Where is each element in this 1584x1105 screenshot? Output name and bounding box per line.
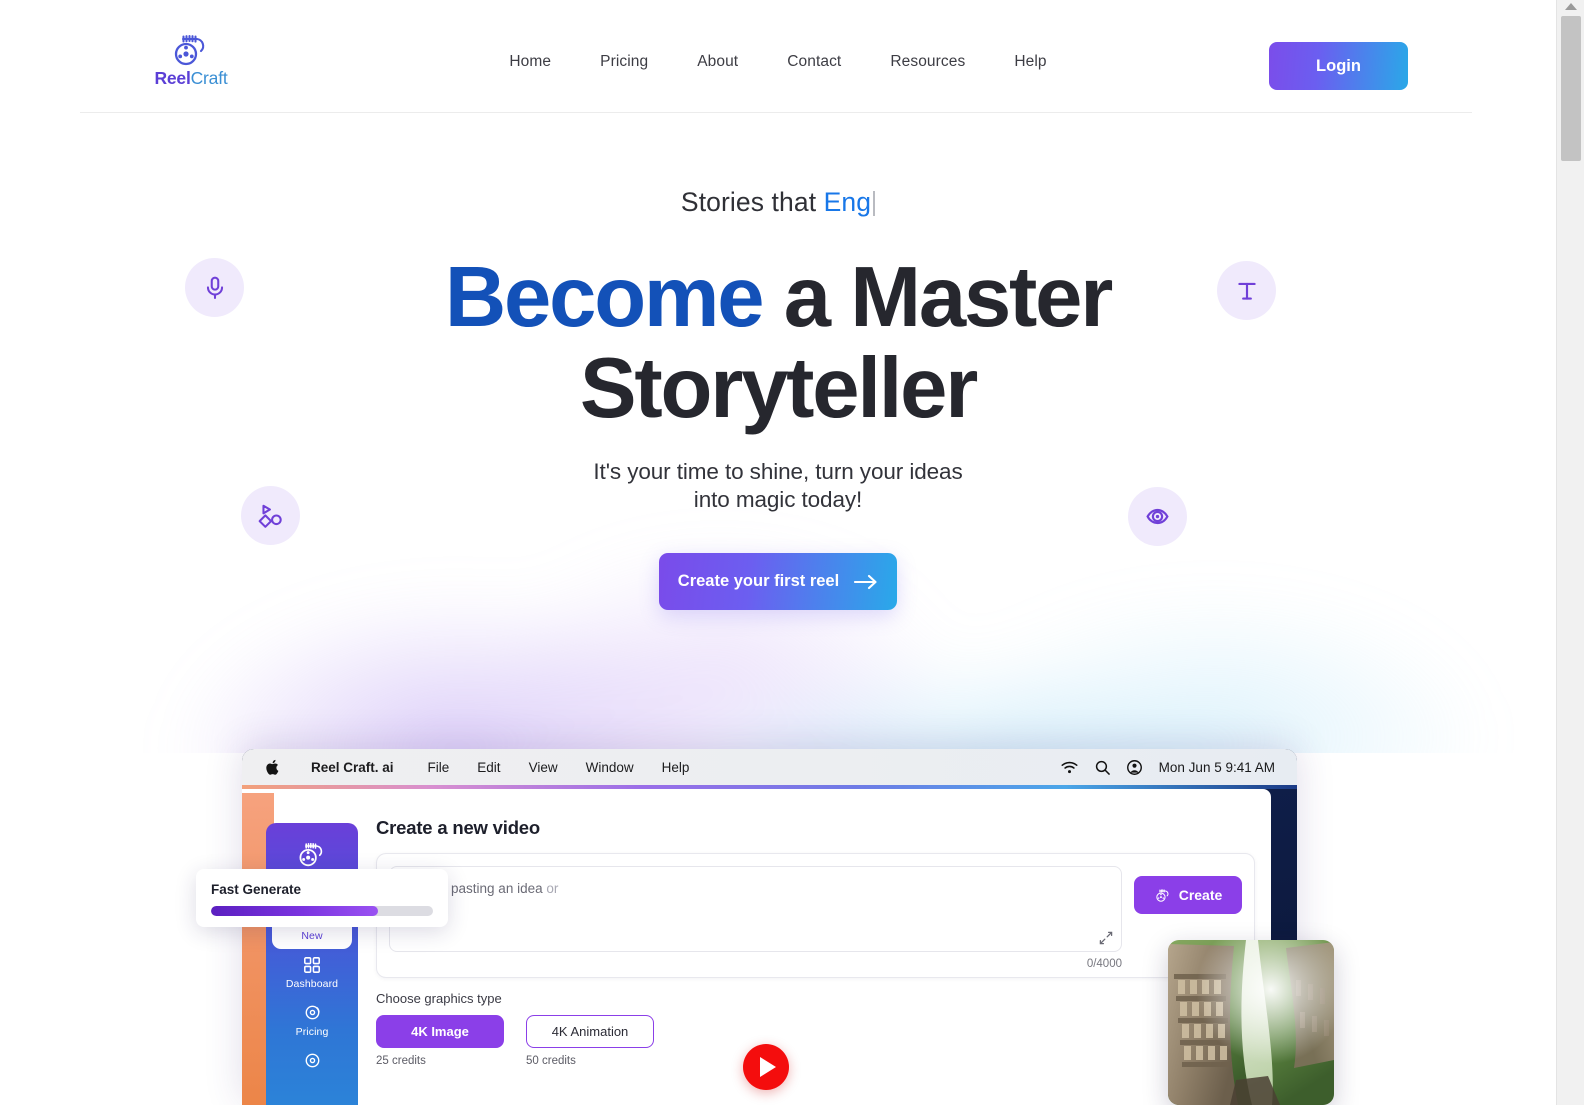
sidebar-label-dashboard: Dashboard [285,978,339,990]
brand-wordmark: ReelCraft [154,68,227,89]
arrow-right-icon [854,574,877,589]
hero-typing-prefix: Stories that [680,187,824,217]
sidebar-label-new: New [301,930,323,942]
subhead-line-2: into magic today! [693,487,863,513]
headline-line-2: Storyteller [579,340,978,436]
graphics-credits-4k-animation: 50 credits [526,1055,576,1067]
play-icon [760,1057,776,1077]
nav-item-pricing[interactable]: Pricing [600,53,648,71]
subhead-line-1: It's your time to shine, turn your ideas [593,459,963,484]
feature-badge-shapes [241,486,300,545]
menu-file[interactable]: File [428,760,450,775]
prompt-input[interactable]: ping or pasting an idea or [389,866,1122,952]
fast-generate-card: Fast Generate [196,869,448,927]
feature-badge-microphone [185,258,244,317]
brand-part-2: Craft [190,68,228,88]
graphics-credits-4k-image: 25 credits [376,1055,426,1067]
generated-image-thumbnail[interactable] [1168,940,1334,1105]
hero-background-glow [48,513,1508,753]
graphics-option-4k-animation: 4K Animation 50 credits [526,1015,654,1067]
aperture-eye-icon [1146,508,1169,525]
typing-caret [873,191,876,216]
menu-view[interactable]: View [529,760,558,775]
character-counter: 0/4000 [1086,958,1122,970]
nav-item-contact[interactable]: Contact [787,53,841,71]
create-video-button[interactable]: Create [1134,876,1242,914]
film-reel-icon [1156,888,1169,902]
graphics-type-label: Choose graphics type [376,991,502,1006]
settings-icon [305,1053,319,1068]
menu-edit[interactable]: Edit [477,760,500,775]
play-video-button[interactable] [743,1044,789,1090]
menubar-status-area: Mon Jun 5 9:41 AM [1061,749,1275,785]
shapes-icon [258,504,282,528]
cta-label: Create your first reel [677,572,840,590]
hero-section: Stories that Eng Become a Master Storyte… [0,113,1556,753]
hero-subheading: It's your time to shine, turn your ideas… [0,458,1556,514]
search-icon[interactable] [1095,760,1110,775]
app-sidebar: ReelCraft New [266,823,358,1105]
create-first-reel-button[interactable]: Create your first reel [659,553,897,610]
apple-logo-icon[interactable] [266,759,281,776]
sidebar-label-pricing: Pricing [295,1026,329,1038]
login-button[interactable]: Login [1269,42,1408,90]
graphics-type-options: 4K Image 25 credits 4K Animation 50 cred… [376,1015,654,1067]
graphics-chip-4k-image[interactable]: 4K Image [376,1015,504,1048]
graphics-option-4k-image: 4K Image 25 credits [376,1015,504,1067]
app-panel-title: Create a new video [376,817,540,838]
wifi-icon[interactable] [1061,761,1078,774]
scrollbar-thumb[interactable] [1561,16,1581,161]
menu-help[interactable]: Help [662,760,690,775]
create-button-label: Create [1178,887,1223,903]
film-reel-icon [299,842,323,867]
triangle-up-icon[interactable] [1564,3,1577,10]
page-viewport: ReelCraft Home Pricing About Contact Res… [0,0,1556,1105]
grid-icon [304,957,320,973]
header-divider [80,112,1472,113]
prompt-card: ping or pasting an idea or Create 0/4000 [376,853,1255,978]
text-tool-icon [1237,282,1256,300]
app-main-panel: Create a new video ping or pasting an id… [376,817,1255,1105]
menubar-clock: Mon Jun 5 9:41 AM [1158,759,1275,775]
page-scrollbar[interactable] [1556,0,1584,1105]
hero-typing-accent: Eng [823,187,872,217]
prompt-placeholder-dim: or [542,881,559,896]
user-account-icon[interactable] [1126,759,1142,775]
nav-item-about[interactable]: About [697,53,738,71]
headline-rest: a Master [762,250,1114,345]
macos-menubar: Reel Craft. ai File Edit View Window Hel… [242,749,1297,785]
target-icon [305,1005,320,1020]
thumbnail-artwork [1168,940,1334,1105]
feature-badge-aperture [1128,487,1187,546]
nav-item-home[interactable]: Home [509,53,551,71]
sidebar-item-dashboard[interactable]: Dashboard [266,949,358,996]
fast-generate-title: Fast Generate [211,882,302,897]
brand-part-1: Reel [154,68,191,88]
menubar-app-title: Reel Craft. ai [311,759,394,775]
nav-item-help[interactable]: Help [1014,53,1046,71]
nav-item-resources[interactable]: Resources [890,53,965,71]
fast-generate-progress-track [211,906,433,916]
graphics-chip-4k-animation[interactable]: 4K Animation [526,1015,654,1048]
headline-highlight: Become [444,250,765,345]
expand-arrows-icon[interactable] [1099,931,1113,945]
sidebar-item-settings[interactable] [266,1044,358,1080]
site-header: ReelCraft Home Pricing About Contact Res… [0,0,1556,113]
sidebar-item-pricing[interactable]: Pricing [266,996,358,1044]
fast-generate-progress-fill [211,906,378,916]
microphone-icon [206,276,223,299]
hero-typing-line: Stories that Eng [0,187,1556,218]
menu-window[interactable]: Window [586,760,634,775]
feature-badge-text-tool [1217,261,1276,320]
